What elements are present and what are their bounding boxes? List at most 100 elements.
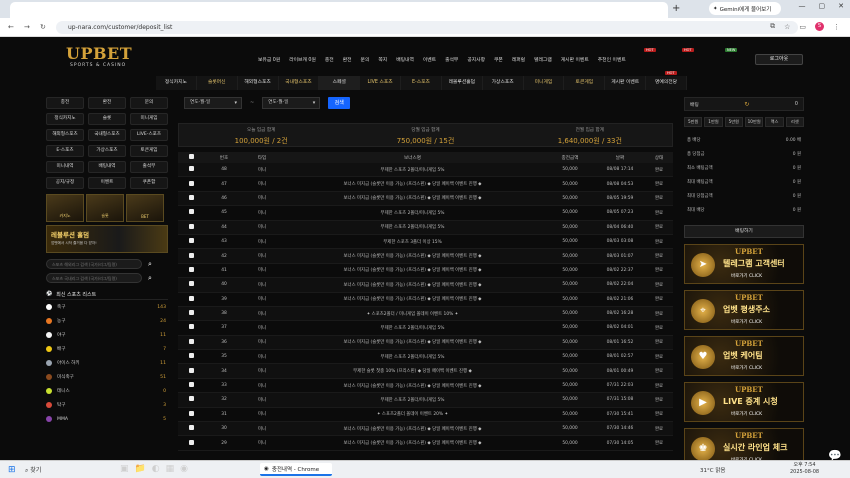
table-row[interactable]: 38 미니 ✦ 스포츠2폴더 / 미니게임 올데이 이벤트 10% ✦ 50,000 0… [178,306,673,322]
nav-item[interactable]: 해외형스포츠 [238,76,279,90]
slot-banner[interactable]: 슬롯 [86,194,124,222]
new-tab-icon[interactable]: + [672,3,680,14]
chat-icon[interactable]: 💬 [828,449,842,460]
place-bet-button[interactable]: 배팅하기 [684,225,804,238]
start-date-input[interactable]: 연도-월-일 [184,97,242,109]
table-row[interactable]: 36 미니 보너스 미지급 (슬롯만 이용 가능) (프리스핀) ◆ 당일 페이백 … [178,335,673,351]
nav-item[interactable]: 슬롯머신 [197,76,238,90]
table-row[interactable]: 34 미니 무제한 슬롯 첫충 10% (프리스핀) ◆ 당일 페이백 이벤트 진행… [178,364,673,379]
table-row[interactable]: 32 미니 무제한 스포츠 2폴더/미니게임 5% 50,000 07/31 15:08… [178,393,673,408]
profile-avatar[interactable]: S [815,22,824,31]
menu-icon[interactable]: ⋮ [833,23,840,31]
row-checkbox[interactable] [178,238,204,245]
row-checkbox[interactable] [178,382,204,389]
promo-banner[interactable]: ♥ UPBET 업벳 케어팀 바로가기 CLICK [684,336,804,376]
top-link[interactable]: 문의 [361,56,370,63]
forward-icon[interactable]: → [24,23,30,31]
table-row[interactable]: 30 미니 보너스 미지급 (슬롯만 이용 가능) (프리스핀) ◆ 당일 페이백 … [178,422,673,437]
chrome-icon[interactable]: ◉ [180,464,188,474]
site-logo[interactable]: UPBET SPORTS & CASINO [66,44,132,68]
row-checkbox[interactable] [178,180,204,188]
nav-item[interactable]: 게시판 이벤트 [605,76,647,90]
row-checkbox[interactable] [178,396,204,403]
quick-menu-item[interactable]: 배팅내역 [88,161,126,173]
row-checkbox[interactable] [178,194,204,202]
row-checkbox[interactable] [178,223,204,231]
table-row[interactable]: 35 미니 무제한 스포츠 2폴더/미니게임 5% 50,000 08/01 02:57… [178,350,673,365]
top-link[interactable]: 이벤트 [423,56,436,63]
row-checkbox[interactable] [178,166,204,173]
refresh-icon[interactable]: ↻ [744,101,749,108]
amount-button[interactable]: 1만원 [704,117,723,127]
top-link[interactable]: 환전 [343,56,352,63]
quick-menu-item[interactable]: 충전 [46,97,84,109]
table-row[interactable]: 46 미니 보너스 미지급 (슬롯만 이용 가능) (프리스핀) ◆ 당일 페이백 … [178,191,673,207]
top-link[interactable]: 충전 [325,56,334,63]
table-row[interactable]: 41 미니 보너스 미지급 (슬롯만 이용 가능) (프리스핀) ◆ 당일 페이백 … [178,264,673,279]
table-row[interactable]: 42 미니 보너스 미지급 (슬롯만 이용 가능) (프리스핀) ◆ 당일 페이백 … [178,249,673,264]
quick-menu-item[interactable]: 미니게임 [130,113,168,125]
search-button[interactable]: 검색 [328,97,351,109]
windows-start-icon[interactable]: ⊞ [8,465,16,475]
nav-item[interactable]: 명예의전당 [646,76,687,90]
foreign-league-search-input[interactable] [46,259,142,269]
bookmark-icon[interactable]: ☆ [784,23,790,31]
table-row[interactable]: 39 미니 보너스 미지급 (슬롯만 이용 가능) (프리스핀) ◆ 당일 페이백 … [178,293,673,307]
top-link[interactable]: 배팅내역 [396,56,414,63]
quick-menu-item[interactable]: 국내형스포츠 [88,129,126,141]
search-icon[interactable]: ⌕ [145,274,155,283]
taskbar-chrome-window[interactable]: ◉ 충전내역 - Chrome [260,463,332,476]
quick-menu-item[interactable]: 가상스포츠 [88,145,126,157]
sport-item[interactable]: 아이스 하키 11 [46,356,168,370]
sport-item[interactable]: 축구 143 [46,300,168,314]
nav-item[interactable]: 스페셜 [319,76,361,90]
table-row[interactable]: 48 미니 무제한 스포츠 2폴더/미니게임 5% 50,000 08/08 17:14… [178,163,673,178]
domestic-league-search-input[interactable] [46,273,142,283]
row-checkbox[interactable] [178,425,204,432]
top-link[interactable]: 텔레그램 [534,56,552,63]
sport-item[interactable]: 탁구 3 [46,398,168,412]
nav-item[interactable]: E-스포츠 [401,76,442,90]
nav-item[interactable]: 정식카지노 [156,76,197,90]
nav-item[interactable]: 미니게임 [524,76,565,90]
row-checkbox[interactable] [178,367,204,375]
quick-menu-item[interactable]: LIVE-스포츠 [130,129,168,141]
casino-banner[interactable]: 카지노 [46,194,84,222]
table-row[interactable]: 45 미니 무제한 스포츠 2폴더/미니게임 5% 50,000 08/05 07:23… [178,206,673,221]
top-link[interactable]: 출석부 [445,56,458,63]
quick-menu-item[interactable]: 미니내역 [46,161,84,173]
promo-banner[interactable]: ⌖ UPBET 업벳 평생주소 바로가기 CLICK [684,290,804,330]
top-link[interactable]: 보유금 0원 [258,56,280,63]
row-checkbox[interactable] [178,266,204,274]
quick-menu-item[interactable]: 문의 [130,97,168,109]
row-checkbox[interactable] [178,310,204,317]
sport-item[interactable]: 테니스 0 [46,384,168,398]
back-icon[interactable]: ← [8,23,14,31]
row-checkbox[interactable] [178,209,204,216]
row-checkbox[interactable] [178,410,204,418]
table-row[interactable]: 29 미니 보너스 미지급 (슬롯만 이용 가능) (프리스핀) ◆ 당일 페이백 … [178,436,673,451]
reset-button[interactable]: 리셋 [785,117,804,127]
end-date-input[interactable]: 연도-월-일 [262,97,321,109]
holdem-banner[interactable]: 레볼루션 홀덤 업벳에서 시작 즐거움 다 받자! [46,225,168,253]
edge-icon[interactable]: ◐ [152,464,160,474]
nav-item[interactable]: 토큰게임 [564,76,606,90]
top-link[interactable]: 라이브캐 0원 [289,56,316,63]
bet-banner[interactable]: BET [126,194,164,222]
table-row[interactable]: 33 미니 보너스 미지급 (슬롯만 이용 가능) (프리스핀) ◆ 당일 페이백 … [178,379,673,394]
sidepanel-icon[interactable]: ▭ [799,23,806,31]
select-all-checkbox[interactable] [178,154,204,161]
task-view-icon[interactable]: ▣ [120,464,129,474]
sport-item[interactable]: 미식축구 51 [46,370,168,384]
row-checkbox[interactable] [178,353,204,360]
quick-menu-item[interactable]: 쿠폰함 [130,177,168,189]
quick-menu-item[interactable]: 슬롯 [88,113,126,125]
maximize-icon[interactable]: ▢ [819,2,826,10]
logout-button[interactable]: 로그아웃 [755,54,803,65]
top-link[interactable]: 게시판 이벤트 [561,56,589,63]
system-clock[interactable]: 오후 7:54 2025-08-08 [790,462,819,476]
amount-button[interactable]: 5만원 [684,117,703,127]
taskbar-search[interactable]: ⌕ 찾기 [25,465,41,475]
browser-tab[interactable] [10,2,668,18]
quick-menu-item[interactable]: 환전 [88,97,126,109]
